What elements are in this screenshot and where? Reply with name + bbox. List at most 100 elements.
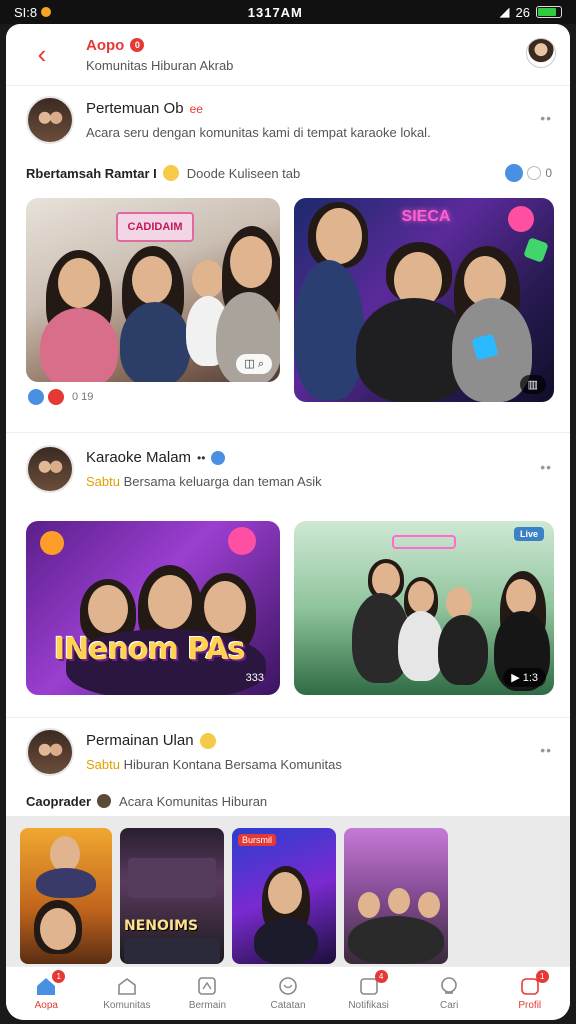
nav-label: Catatan [270,1000,306,1011]
like-icon [505,164,524,182]
signal-icon: ◢ [499,4,510,19]
heart-icon [277,976,299,996]
nav-label: Bermain [188,1000,227,1011]
title-badge: 0 [130,38,145,52]
post-author[interactable]: Pertemuan Ob ee [86,100,431,117]
carrier-text: SI:8 [14,4,38,20]
nav-search[interactable]: Cari [409,967,490,1020]
reaction-count: 0 19 [72,391,94,403]
post-author-name: Karaoke Malam [86,449,192,466]
nav-notes[interactable]: Catatan [248,967,329,1020]
nav-games[interactable]: Bermain [167,967,248,1020]
post-description: Acara seru dengan komunitas kami di temp… [86,125,431,140]
status-time: 1317AM [247,4,303,20]
community-label: Rbertamsah Ramtar I [26,165,157,181]
video-duration[interactable]: ▶ 1:3 [503,668,546,687]
more-options-button[interactable]: •• [540,742,552,758]
poster-text: INenom PAs [54,632,246,667]
reel-card[interactable] [20,828,112,964]
home-icon: 1 [35,970,66,996]
like-icon [28,389,44,405]
photo-row: CADIDAIM ◫ ⌕ SIECA ▥ [6,198,570,402]
avatar[interactable] [26,445,74,493]
post-photo[interactable]: Live ▶ 1:3 [294,521,554,695]
reel-card[interactable] [344,828,448,964]
avatar[interactable] [26,728,74,776]
post-author-name: Permainan Ulan [86,732,194,749]
bell-icon: 4 [358,970,388,996]
community-icon [116,976,138,996]
nav-badge: 1 [52,970,66,983]
post-author[interactable]: Karaoke Malam •• [86,449,322,466]
chevron-left-icon: ‹ [37,39,47,69]
subline-text: Bersama keluarga dan teman Asik [123,474,322,489]
profile-icon: 1 [519,970,549,996]
photo-actions[interactable]: ◫ ⌕ [236,354,272,374]
photo-actions[interactable]: ▥ [519,375,546,394]
love-icon [48,389,64,405]
nav-notifications[interactable]: 4 Notifikasi [328,967,409,1020]
post-photo[interactable]: INenom PAs 333 [26,521,280,695]
search-icon [438,976,460,996]
nav-label: Aopa [34,1000,58,1011]
smile-emoji-icon [162,165,179,181]
reels-carousel[interactable]: NENOIMS Bursmil [6,816,570,966]
subline-text: Hiburan Kontana Bersama Komunitas [123,757,342,772]
page-title: Aopo 0 [86,37,233,54]
page-subtitle: Komunitas Hiburan Akrab [86,57,234,73]
community-row[interactable]: Caoprader Acara Komunitas Hiburan [6,786,570,816]
reel-card[interactable]: Bursmil [232,828,336,964]
post-header: Permainan Ulan Sabtu Hiburan Kontana Ber… [6,728,570,776]
battery-icon [535,6,562,18]
signal-text: 26 [515,4,530,20]
photo-count[interactable]: 333 [238,669,272,687]
reel-card[interactable]: NENOIMS [120,828,224,964]
nav-community[interactable]: Komunitas [87,967,168,1020]
community-icon [97,794,112,808]
game-icon [196,976,218,996]
community-sub: Acara Komunitas Hiburan [119,793,268,809]
nav-label: Profil [518,1000,542,1011]
subline-prefix: Sabtu [86,757,120,772]
nav-label: Cari [440,1000,459,1011]
back-button[interactable]: ‹ [22,35,62,75]
post-meta: Permainan Ulan Sabtu Hiburan Kontana Ber… [86,732,342,772]
post-meta: Karaoke Malam •• Sabtu Bersama keluarga … [86,449,322,489]
post-author-tag: ee [189,101,203,116]
nav-badge: 1 [535,970,549,983]
community-row[interactable]: Rbertamsah Ramtar I Doode Kuliseen tab 0 [6,158,570,188]
nav-home[interactable]: 1 Aopa [6,967,87,1020]
post-subline: Sabtu Bersama keluarga dan teman Asik [86,474,322,489]
nav-label: Komunitas [103,1000,151,1011]
status-left: SI:8 [14,4,52,20]
post-author-name: Pertemuan Ob [86,100,184,117]
status-right: ◢ 26 [500,4,562,20]
more-options-button[interactable]: •• [540,459,552,475]
nav-profile[interactable]: 1 Profil [489,967,570,1020]
app-window: ‹ Aopo 0 Komunitas Hiburan Akrab Pertemu… [6,24,570,1020]
avatar[interactable] [26,96,74,144]
reaction-group[interactable]: 0 [505,164,552,182]
post-photo[interactable]: SIECA ▥ [294,198,554,402]
post-header: Pertemuan Ob ee Acara seru dengan komuni… [6,96,570,144]
more-options-button[interactable]: •• [540,110,552,126]
bottom-nav: 1 Aopa Komunitas Bermain Catatan 4 Notif… [6,966,570,1020]
community-sub: Doode Kuliseen tab [186,165,301,181]
comment-icon [527,166,542,180]
reel-label: NENOIMS [124,918,199,934]
post-photo[interactable]: CADIDAIM ◫ ⌕ [26,198,280,382]
live-tag: Live [514,527,544,541]
user-avatar[interactable] [526,38,556,68]
post-meta: Pertemuan Ob ee Acara seru dengan komuni… [86,100,431,140]
header-titles: Aopo 0 Komunitas Hiburan Akrab [86,37,233,73]
top-bar: ‹ Aopo 0 Komunitas Hiburan Akrab [6,24,570,86]
status-bar: SI:8 1317AM ◢ 26 [0,0,576,24]
verified-icon [211,450,226,465]
post-header: Karaoke Malam •• Sabtu Bersama keluarga … [6,445,570,493]
notification-dot-icon [41,7,52,17]
post-author[interactable]: Permainan Ulan [86,732,342,749]
post-subline: Sabtu Hiburan Kontana Bersama Komunitas [86,757,342,772]
nav-label: Notifikasi [348,1000,389,1011]
reel-tag: Bursmil [238,834,277,846]
smile-emoji-icon [199,732,216,749]
